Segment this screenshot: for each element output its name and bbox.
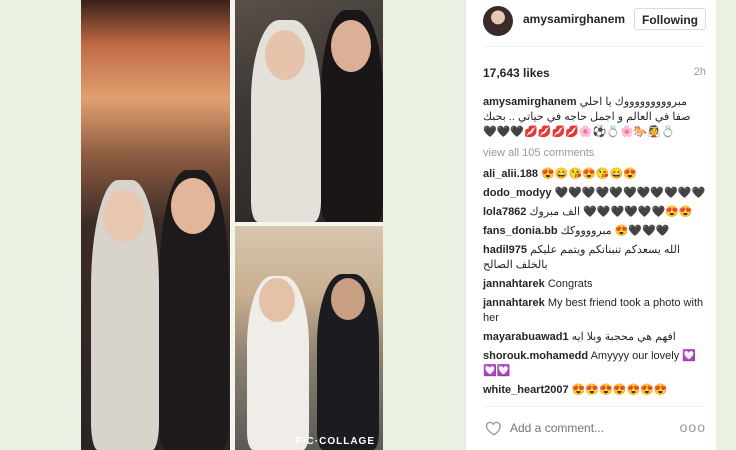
photo-bride-and-friend <box>81 0 230 450</box>
comment-text: افهم هي محجبة وبلا ايه <box>571 331 676 343</box>
comment-item: lola7862 الف مبروك 🖤🖤🖤🖤🖤🖤😍😍 <box>483 205 706 220</box>
comment-text: مبرووووكك 😍🖤🖤🖤 <box>560 225 670 237</box>
comments-divider <box>483 406 706 407</box>
comment-item: shorouk.mohamedd Amyyyy our lovely 💟💟💟 <box>483 349 706 379</box>
post-details-panel: amysamirghanem Following 17,643 likes 2h… <box>465 0 716 450</box>
post-header: amysamirghanem Following <box>483 6 706 36</box>
photo-bride-and-friend-closeup <box>235 0 383 222</box>
collage-watermark: PIC·COLLAGE <box>295 436 375 447</box>
comment-item: hadil975 الله يسعدكم تنبناتكم ويتمم عليك… <box>483 243 706 273</box>
comment-item: fans_donia.bb مبرووووكك 😍🖤🖤🖤 <box>483 224 706 239</box>
comment-item: white_heart2007 😍😍😍😍😍😍😍 <box>483 383 706 398</box>
following-button[interactable]: Following <box>634 8 706 30</box>
add-comment-bar: ooo <box>483 415 706 443</box>
comment-text: الف مبروك 🖤🖤🖤🖤🖤🖤😍😍 <box>529 206 693 218</box>
comment-username[interactable]: ali_alii.188 <box>483 168 538 180</box>
comment-item: jannahtarek Congrats <box>483 277 706 292</box>
comment-item: dodo_modyy 🖤🖤🖤🖤🖤🖤🖤🖤🖤🖤🖤 <box>483 186 706 201</box>
comment-text: 😍😄😘😍😘😄😍 <box>541 168 637 180</box>
photo-bride-and-groom: PIC·COLLAGE <box>235 226 383 450</box>
post-username[interactable]: amysamirghanem <box>523 12 625 26</box>
comment-username[interactable]: jannahtarek <box>483 297 545 309</box>
more-options-icon[interactable]: ooo <box>680 419 706 435</box>
likes-count[interactable]: 17,643 likes <box>483 66 550 80</box>
post-image-collage[interactable]: PIC·COLLAGE <box>81 0 383 450</box>
comment-username[interactable]: shorouk.mohamedd <box>483 350 588 362</box>
comment-text: Congrats <box>547 278 593 290</box>
comment-username[interactable]: dodo_modyy <box>483 187 551 199</box>
add-comment-input[interactable] <box>510 421 640 435</box>
view-all-comments-link[interactable]: view all 105 comments <box>483 146 706 161</box>
header-divider <box>483 46 706 47</box>
comment-username[interactable]: hadil975 <box>483 244 527 256</box>
post-time: 2h <box>693 66 706 78</box>
comment-username[interactable]: mayarabuawad1 <box>483 331 569 343</box>
comment-item: ali_alii.188 😍😄😘😍😘😄😍 <box>483 167 706 182</box>
caption-username[interactable]: amysamirghanem <box>483 96 577 108</box>
comment-text: 🖤🖤🖤🖤🖤🖤🖤🖤🖤🖤🖤 <box>554 187 706 199</box>
comment-username[interactable]: jannahtarek <box>483 278 545 290</box>
comment-text: 😍😍😍😍😍😍😍 <box>571 384 668 396</box>
comment-username[interactable]: fans_donia.bb <box>483 225 558 237</box>
comment-username[interactable]: white_heart2007 <box>483 384 569 396</box>
comments-list: amysamirghanem مبروووووووووك يا احلي صفا… <box>483 95 706 402</box>
comment-item: jannahtarek My best friend took a photo … <box>483 296 706 326</box>
comment-item: mayarabuawad1 افهم هي محجبة وبلا ايه <box>483 330 706 345</box>
like-heart-icon[interactable] <box>485 419 503 437</box>
avatar[interactable] <box>483 6 513 36</box>
comment-username[interactable]: lola7862 <box>483 206 526 218</box>
caption: amysamirghanem مبروووووووووك يا احلي صفا… <box>483 95 706 140</box>
